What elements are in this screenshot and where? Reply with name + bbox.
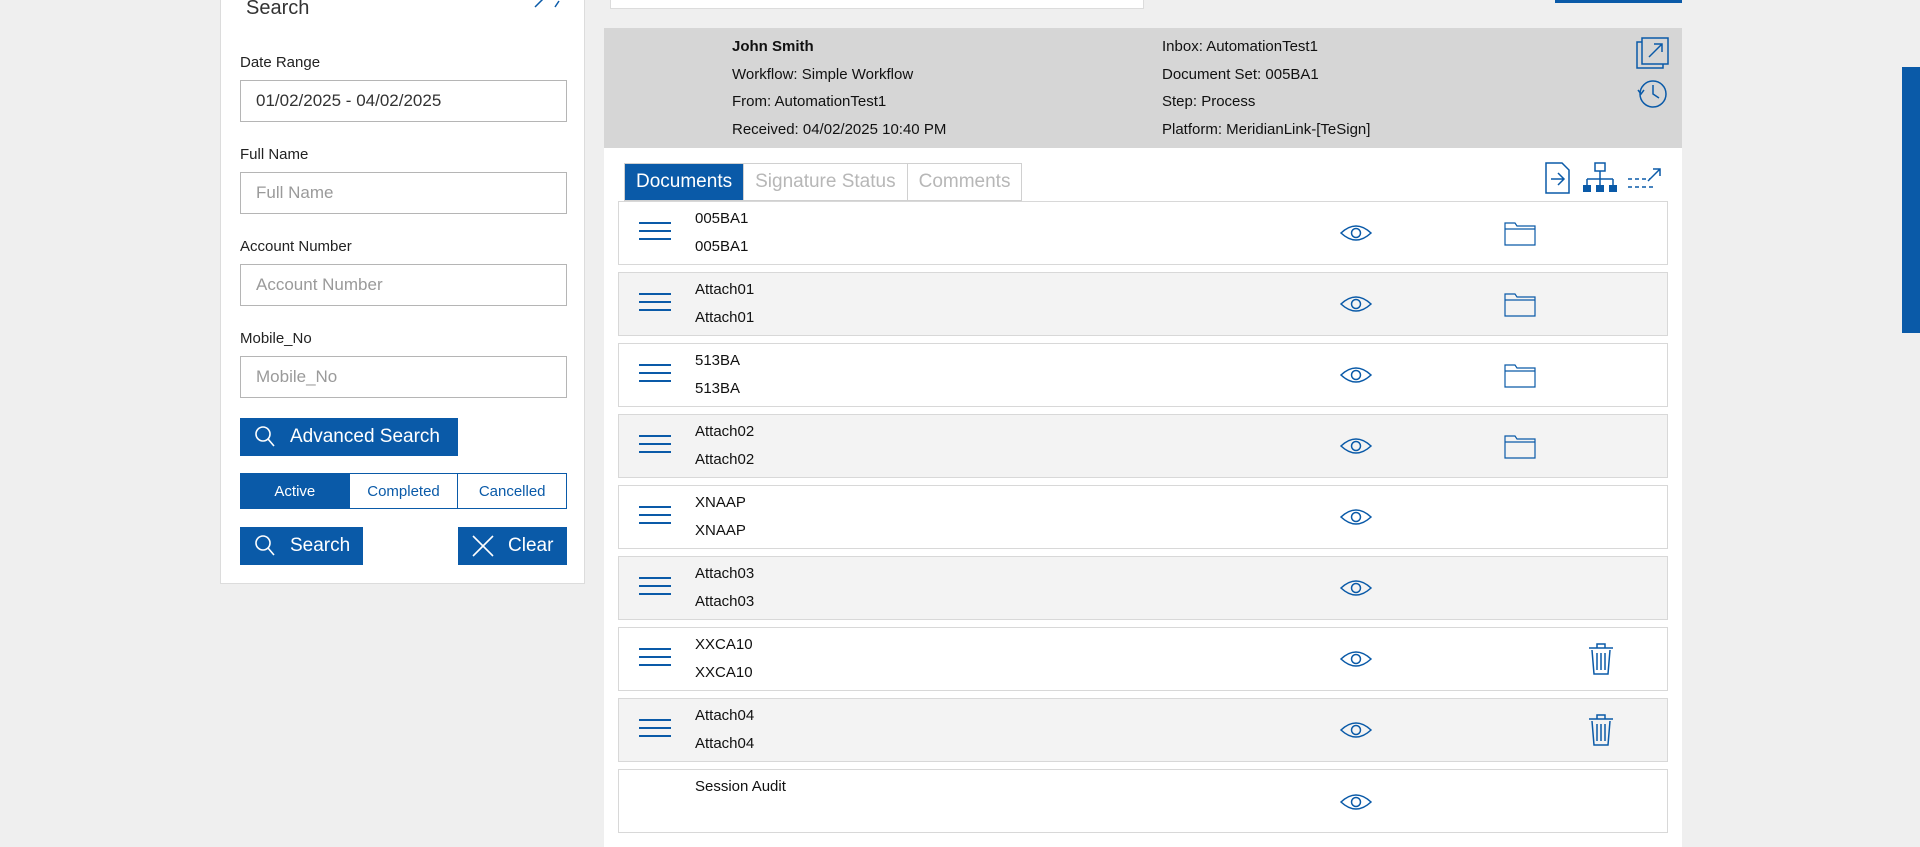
document-subtitle: Attach03 <box>695 593 755 610</box>
export-icon[interactable] <box>1542 161 1578 197</box>
view-icon[interactable] <box>1339 791 1373 813</box>
folder-icon[interactable] <box>1503 219 1537 247</box>
mobile-no-label: Mobile_No <box>240 330 312 347</box>
search-button-label: Search <box>290 535 351 556</box>
drag-handle-icon[interactable] <box>639 719 671 741</box>
status-filter-group: Active Completed Cancelled <box>240 473 567 509</box>
document-row[interactable]: Attach02 Attach02 <box>618 414 1668 478</box>
collapse-icon[interactable] <box>531 0 561 13</box>
document-subtitle: Attach04 <box>695 735 755 752</box>
document-name: 513BA <box>695 352 741 369</box>
folder-icon[interactable] <box>1503 432 1537 460</box>
view-icon[interactable] <box>1339 719 1373 741</box>
document-subtitle: 005BA1 <box>695 238 749 255</box>
customer-name: John Smith <box>732 38 814 55</box>
platform-text: Platform: MeridianLink-[TeSign] <box>1162 121 1371 138</box>
tab-signature-status[interactable]: Signature Status <box>744 164 908 200</box>
folder-icon[interactable] <box>1503 290 1537 318</box>
search-button[interactable]: Search <box>240 527 363 565</box>
drag-handle-icon[interactable] <box>639 364 671 386</box>
tab-comments[interactable]: Comments <box>907 164 1022 200</box>
trash-icon[interactable] <box>1587 642 1615 676</box>
document-panel: John Smith Workflow: Simple Workflow Fro… <box>604 28 1682 847</box>
drag-handle-icon[interactable] <box>639 506 671 528</box>
close-icon <box>466 529 500 563</box>
drag-handle-icon[interactable] <box>639 222 671 244</box>
document-name: Attach03 <box>695 565 755 582</box>
drag-handle-icon[interactable] <box>639 435 671 457</box>
document-name: Session Audit <box>695 778 786 795</box>
status-active-button[interactable]: Active <box>241 474 350 508</box>
inbox-text: Inbox: AutomationTest1 <box>1162 38 1318 55</box>
account-number-label: Account Number <box>240 238 352 255</box>
view-icon[interactable] <box>1339 364 1373 386</box>
received-text: Received: 04/02/2025 10:40 PM <box>732 121 947 138</box>
view-icon[interactable] <box>1339 293 1373 315</box>
from-text: From: AutomationTest1 <box>732 93 887 110</box>
document-row[interactable]: Attach03 Attach03 <box>618 556 1668 620</box>
document-row[interactable]: Attach01 Attach01 <box>618 272 1668 336</box>
workflow-text: Workflow: Simple Workflow <box>732 66 914 83</box>
search-icon <box>248 420 282 454</box>
trash-icon[interactable] <box>1587 713 1615 747</box>
workitem-header: John Smith Workflow: Simple Workflow Fro… <box>604 28 1682 148</box>
drag-handle-icon[interactable] <box>639 293 671 315</box>
view-icon[interactable] <box>1339 506 1373 528</box>
clear-button[interactable]: Clear <box>458 527 567 565</box>
document-row[interactable]: 513BA 513BA <box>618 343 1668 407</box>
document-subtitle: XNAAP <box>695 522 746 539</box>
advanced-search-button[interactable]: Advanced Search <box>240 418 458 456</box>
clear-button-label: Clear <box>508 535 554 556</box>
drag-handle-icon[interactable] <box>639 648 671 670</box>
open-external-icon[interactable] <box>1634 36 1670 72</box>
status-cancelled-button[interactable]: Cancelled <box>458 474 567 508</box>
folder-icon[interactable] <box>1503 361 1537 389</box>
search-icon <box>248 529 282 563</box>
document-subtitle: XXCA10 <box>695 664 753 681</box>
document-name: XXCA10 <box>695 636 753 653</box>
full-name-label: Full Name <box>240 146 309 163</box>
date-range-input[interactable] <box>240 80 567 122</box>
top-strip <box>610 0 1144 9</box>
side-scroll-handle[interactable] <box>1902 67 1920 333</box>
date-range-label: Date Range <box>240 54 321 71</box>
view-icon[interactable] <box>1339 648 1373 670</box>
account-number-input[interactable] <box>240 264 567 306</box>
document-subtitle: Attach01 <box>695 309 755 326</box>
document-tabs: Documents Signature Status Comments <box>624 163 1023 201</box>
document-set-text: Document Set: 005BA1 <box>1162 66 1319 83</box>
document-row[interactable]: XNAAP XNAAP <box>618 485 1668 549</box>
document-row[interactable]: 005BA1 005BA1 <box>618 201 1668 265</box>
step-text: Step: Process <box>1162 93 1256 110</box>
document-name: 005BA1 <box>695 210 749 227</box>
advanced-search-label: Advanced Search <box>290 426 440 447</box>
document-subtitle: Attach02 <box>695 451 755 468</box>
drag-handle-icon[interactable] <box>639 577 671 599</box>
search-panel: Search Date Range Full Name Account Numb… <box>220 0 585 584</box>
document-name: XNAAP <box>695 494 746 511</box>
route-icon[interactable] <box>1626 161 1662 197</box>
document-row[interactable]: Attach04 Attach04 <box>618 698 1668 762</box>
workflow-tree-icon[interactable] <box>1582 161 1618 197</box>
document-name: Attach01 <box>695 281 755 298</box>
search-title: Search <box>246 0 310 19</box>
full-name-input[interactable] <box>240 172 567 214</box>
document-subtitle: 513BA <box>695 380 741 397</box>
view-icon[interactable] <box>1339 577 1373 599</box>
history-icon[interactable] <box>1634 76 1670 112</box>
mobile-no-input[interactable] <box>240 356 567 398</box>
tab-documents[interactable]: Documents <box>625 164 745 200</box>
view-icon[interactable] <box>1339 222 1373 244</box>
document-name: Attach02 <box>695 423 755 440</box>
document-row[interactable]: XXCA10 XXCA10 <box>618 627 1668 691</box>
status-completed-button[interactable]: Completed <box>349 474 459 508</box>
top-accent-bar <box>1555 0 1682 3</box>
view-icon[interactable] <box>1339 435 1373 457</box>
document-name: Attach04 <box>695 707 755 724</box>
document-row[interactable]: Session Audit <box>618 769 1668 833</box>
